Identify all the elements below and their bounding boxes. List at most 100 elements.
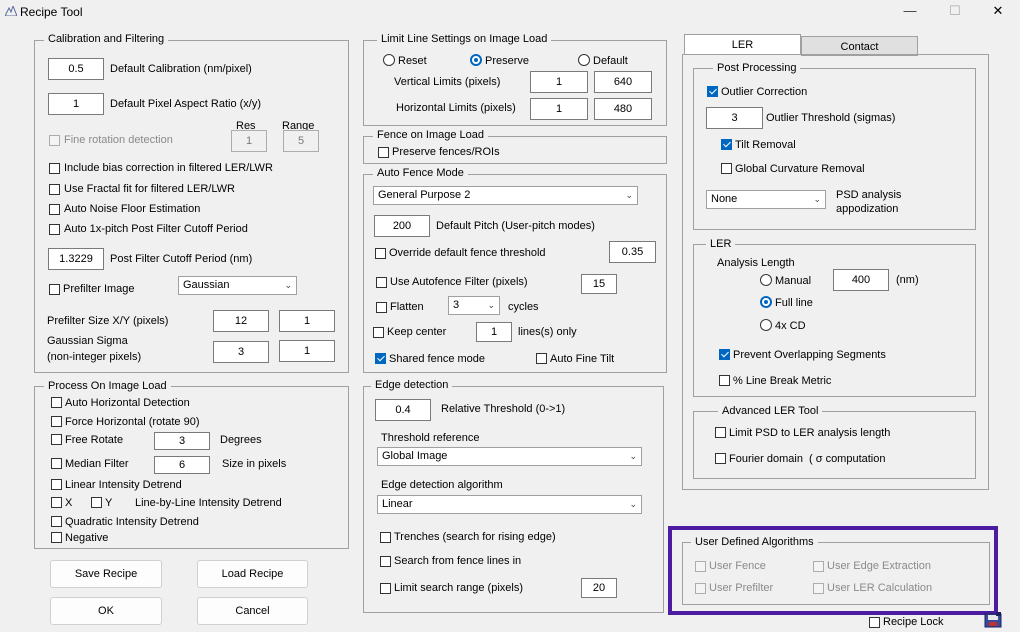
vertical-limit-min-input[interactable]: 1 xyxy=(530,71,588,93)
auto-fine-tilt-label: Auto Fine Tilt xyxy=(550,353,615,365)
outlier-threshold-input[interactable]: 3 xyxy=(706,107,763,129)
range-input[interactable]: 5 xyxy=(283,130,319,152)
relative-threshold-input[interactable]: 0.4 xyxy=(375,399,431,421)
reset-radio[interactable] xyxy=(383,54,395,66)
tilt-removal-checkbox[interactable] xyxy=(721,139,732,150)
prefilter-select[interactable]: Gaussian ⌄ xyxy=(178,276,297,295)
default-radio[interactable] xyxy=(578,54,590,66)
prefilter-checkbox[interactable] xyxy=(49,284,60,295)
aspect-ratio-input[interactable]: 1 xyxy=(48,93,104,115)
trenches-checkbox[interactable] xyxy=(380,532,391,543)
auto-fine-tilt-checkbox[interactable] xyxy=(536,353,547,364)
linear-detrend-checkbox[interactable] xyxy=(51,479,62,490)
default-pitch-label: Default Pitch (User-pitch modes) xyxy=(436,220,595,232)
fence-mode-select[interactable]: General Purpose 2 ⌄ xyxy=(373,186,638,205)
autofence-filter-label: Use Autofence Filter (pixels) xyxy=(390,276,528,288)
flatten-label: Flatten xyxy=(390,301,424,313)
sigma-sublabel: (non-integer pixels) xyxy=(47,351,142,363)
vertical-limit-max-input[interactable]: 640 xyxy=(594,71,652,93)
override-threshold-checkbox[interactable] xyxy=(375,248,386,259)
limit-search-input[interactable]: 20 xyxy=(581,578,617,598)
force-horizontal-checkbox[interactable] xyxy=(51,416,62,427)
tab-ler[interactable]: LER xyxy=(684,34,801,55)
bias-correction-checkbox[interactable] xyxy=(49,163,60,174)
limit-psd-checkbox[interactable] xyxy=(715,427,726,438)
fractal-fit-label: Use Fractal fit for filtered LER/LWR xyxy=(64,183,235,195)
median-filter-checkbox[interactable] xyxy=(51,458,62,469)
auto-horizontal-checkbox[interactable] xyxy=(51,397,62,408)
pitch-cutoff-checkbox[interactable] xyxy=(49,224,60,235)
psd-select[interactable]: None ⌄ xyxy=(706,190,826,209)
fine-rotation-checkbox[interactable] xyxy=(49,135,60,146)
user-prefilter-checkbox[interactable] xyxy=(695,583,706,594)
horizontal-limit-max-input[interactable]: 480 xyxy=(594,98,652,120)
noise-floor-checkbox[interactable] xyxy=(49,204,60,215)
free-rotate-input[interactable]: 3 xyxy=(154,432,210,450)
autofence-filter-input[interactable]: 15 xyxy=(581,274,617,294)
window-title: Recipe Tool xyxy=(20,5,83,19)
flatten-select-value: 3 xyxy=(453,299,460,311)
search-fence-checkbox[interactable] xyxy=(380,556,391,567)
process-legend: Process On Image Load xyxy=(44,380,171,392)
minimize-button[interactable]: — xyxy=(888,0,932,24)
fractal-fit-checkbox[interactable] xyxy=(49,184,60,195)
save-recipe-button[interactable]: Save Recipe xyxy=(50,560,162,588)
outlier-correction-checkbox[interactable] xyxy=(707,86,718,97)
user-ler-checkbox[interactable] xyxy=(813,583,824,594)
advanced-ler-legend: Advanced LER Tool xyxy=(718,405,823,417)
tab-contact[interactable]: Contact xyxy=(801,36,918,56)
flatten-checkbox[interactable] xyxy=(376,302,387,313)
free-rotate-checkbox[interactable] xyxy=(51,434,62,445)
maximize-button[interactable]: ☐ xyxy=(933,0,977,24)
ok-button[interactable]: OK xyxy=(50,597,162,625)
horizontal-limit-min-input[interactable]: 1 xyxy=(530,98,588,120)
fourier-domain-checkbox[interactable] xyxy=(715,453,726,464)
user-fence-checkbox[interactable] xyxy=(695,561,706,572)
sigma-computation-label: ( σ computation xyxy=(809,453,886,465)
y-detrend-checkbox[interactable] xyxy=(91,497,102,508)
close-button[interactable]: ✕ xyxy=(976,0,1020,24)
threshold-reference-select[interactable]: Global Image ⌄ xyxy=(377,447,642,466)
recipe-lock-checkbox[interactable] xyxy=(869,617,880,628)
psd-sublabel: appodization xyxy=(836,203,899,215)
default-pitch-input[interactable]: 200 xyxy=(374,215,430,237)
preserve-radio[interactable] xyxy=(470,54,482,66)
flatten-select[interactable]: 3 ⌄ xyxy=(448,296,500,315)
prefilter-size-y-input[interactable]: 1 xyxy=(279,310,335,332)
manual-radio[interactable] xyxy=(760,274,772,286)
horizontal-limits-label: Horizontal Limits (pixels) xyxy=(396,102,516,114)
full-line-radio[interactable] xyxy=(760,296,772,308)
res-input[interactable]: 1 xyxy=(231,130,267,152)
autofence-filter-checkbox[interactable] xyxy=(376,277,387,288)
quadratic-detrend-checkbox[interactable] xyxy=(51,516,62,527)
user-edge-checkbox[interactable] xyxy=(813,561,824,572)
free-rotate-label: Free Rotate xyxy=(65,434,124,446)
prevent-overlap-checkbox[interactable] xyxy=(719,349,730,360)
sigma-x-input[interactable]: 3 xyxy=(213,341,269,363)
4x-cd-radio[interactable] xyxy=(760,319,772,331)
global-curvature-checkbox[interactable] xyxy=(721,163,732,174)
calibration-input[interactable]: 0.5 xyxy=(48,58,104,80)
cancel-button[interactable]: Cancel xyxy=(197,597,308,625)
edge-algorithm-select[interactable]: Linear ⌄ xyxy=(377,495,642,514)
manual-length-input[interactable]: 400 xyxy=(833,269,889,291)
preserve-fences-checkbox[interactable] xyxy=(378,147,389,158)
prevent-overlap-label: Prevent Overlapping Segments xyxy=(733,349,886,361)
post-filter-input[interactable]: 1.3229 xyxy=(48,248,104,270)
psd-label: PSD analysis xyxy=(836,189,902,201)
x-detrend-checkbox[interactable] xyxy=(51,497,62,508)
keep-center-input[interactable]: 1 xyxy=(476,322,512,342)
prefilter-size-x-input[interactable]: 12 xyxy=(213,310,269,332)
load-recipe-button[interactable]: Load Recipe xyxy=(197,560,308,588)
line-break-checkbox[interactable] xyxy=(719,375,730,386)
limit-search-checkbox[interactable] xyxy=(380,583,391,594)
sigma-y-input[interactable]: 1 xyxy=(279,340,335,362)
shared-fence-checkbox[interactable] xyxy=(375,353,386,364)
pitch-cutoff-label: Auto 1x-pitch Post Filter Cutoff Period xyxy=(64,223,248,235)
negative-checkbox[interactable] xyxy=(51,532,62,543)
override-threshold-input[interactable]: 0.35 xyxy=(609,241,656,263)
user-fence-label: User Fence xyxy=(709,560,766,572)
keep-center-checkbox[interactable] xyxy=(373,327,384,338)
save-disk-icon[interactable] xyxy=(984,612,1002,628)
median-filter-input[interactable]: 6 xyxy=(154,456,210,474)
